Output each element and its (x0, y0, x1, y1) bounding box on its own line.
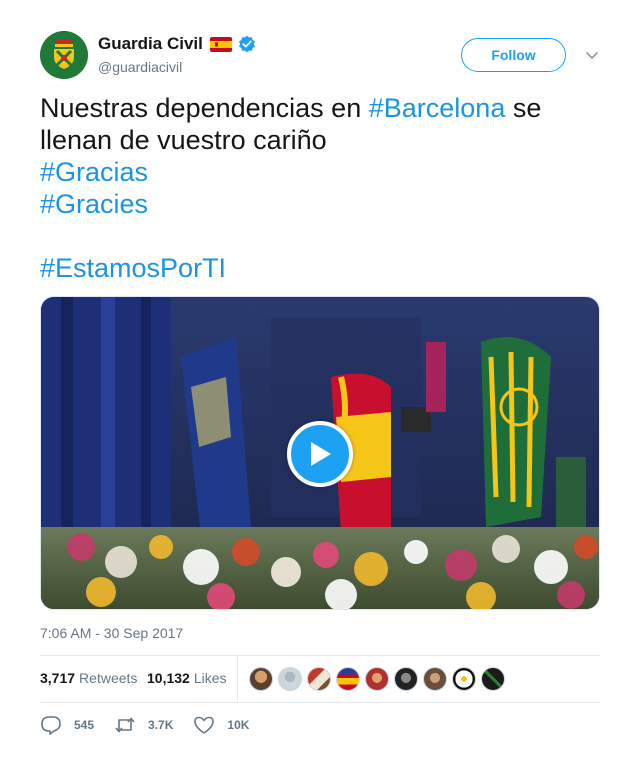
liker-avatar[interactable] (365, 667, 389, 691)
likes-label: Likes (193, 670, 227, 686)
retweets-count: 3,717 (40, 670, 76, 686)
reply-count: 545 (74, 718, 95, 732)
tweet-stats: 3,717 Retweets 10,132 Likes (40, 655, 600, 703)
display-name[interactable]: Guardia Civil (98, 34, 203, 54)
stats-divider (237, 656, 238, 702)
liker-avatars (249, 667, 510, 691)
like-count: 10K (227, 718, 250, 732)
tweet-timestamp[interactable]: 7:06 AM - 30 Sep 2017 (40, 625, 183, 641)
heart-icon (194, 716, 215, 734)
tweet-actions: 545 3.7K 10K (40, 714, 269, 736)
tweet-line-2: llenan de vuestro cariño (40, 125, 327, 155)
retweet-action[interactable]: 3.7K (114, 715, 173, 735)
video-player[interactable] (40, 296, 600, 610)
tweet-card: Guardia Civil @guardiacivil Follow Nuest… (40, 0, 600, 764)
liker-avatar[interactable] (481, 667, 505, 691)
retweet-count: 3.7K (148, 718, 174, 732)
hashtag-estamosporti[interactable]: #EstamosPorTI (40, 252, 600, 284)
liker-avatar[interactable] (394, 667, 418, 691)
tweet-line-1: Nuestras dependencias en #Barcelona se (40, 92, 600, 124)
retweet-icon (115, 717, 135, 733)
liker-avatar[interactable] (278, 667, 302, 691)
guardia-civil-logo-icon[interactable] (40, 31, 88, 79)
hashtag-gracias[interactable]: #Gracias (40, 156, 600, 188)
liker-avatar[interactable] (423, 667, 447, 691)
hashtag-gracies[interactable]: #Gracies (40, 188, 600, 220)
tweet-header: Guardia Civil @guardiacivil Follow (40, 31, 600, 81)
verified-badge-icon (238, 35, 256, 53)
account-names[interactable]: Guardia Civil @guardiacivil (98, 33, 256, 75)
retweets-stat[interactable]: 3,717 Retweets (40, 670, 137, 686)
play-button[interactable] (287, 421, 353, 487)
play-icon (311, 442, 331, 466)
follow-button[interactable]: Follow (461, 38, 566, 72)
liker-avatar[interactable] (249, 667, 273, 691)
reply-action[interactable]: 545 (40, 715, 94, 735)
tweet-text-segment: se (505, 93, 542, 123)
liker-avatar[interactable] (452, 667, 476, 691)
tweet-text: Nuestras dependencias en #Barcelona se l… (40, 92, 600, 284)
chevron-down-icon[interactable] (584, 47, 600, 63)
account-handle[interactable]: @guardiacivil (98, 59, 256, 75)
likes-stat[interactable]: 10,132 Likes (147, 670, 227, 686)
likes-count: 10,132 (147, 670, 190, 686)
hashtag-barcelona[interactable]: #Barcelona (369, 93, 506, 123)
like-action[interactable]: 10K (193, 715, 249, 735)
liker-avatar[interactable] (336, 667, 360, 691)
reply-icon (41, 716, 61, 735)
spain-flag-icon (209, 36, 232, 52)
tweet-text-segment: Nuestras dependencias en (40, 93, 369, 123)
retweets-label: Retweets (79, 670, 138, 686)
liker-avatar[interactable] (307, 667, 331, 691)
